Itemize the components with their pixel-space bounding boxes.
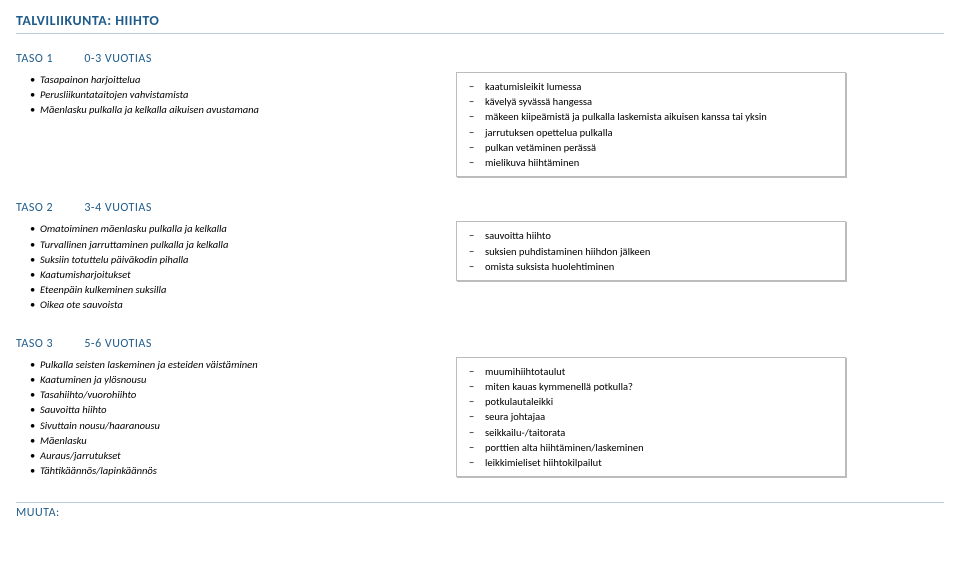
level-block-3: TASO 3 5-6 VUOTIAS Pulkalla seisten lask… — [16, 337, 944, 479]
list-item: Turvallinen jarruttaminen pulkalla ja ke… — [30, 237, 416, 252]
list-item: mäkeen kiipeämistä ja pulkalla laskemist… — [467, 109, 835, 124]
list-item: kävelyä syvässä hangessa — [467, 94, 835, 109]
right-box: muumihiihtotaulut miten kauas kymmenellä… — [456, 357, 846, 478]
right-box: sauvoitta hiihto suksien puhdistaminen h… — [456, 221, 846, 281]
list-item: Auraus/jarrutukset — [30, 448, 416, 463]
list-item: kaatumisleikit lumessa — [467, 79, 835, 94]
level-header: TASO 3 5-6 VUOTIAS — [16, 337, 944, 351]
list-item: miten kauas kymmenellä potkulla? — [467, 379, 835, 394]
list-item: jarrutuksen opettelua pulkalla — [467, 125, 835, 140]
list-item: Mäenlasku pulkalla ja kelkalla aikuisen … — [30, 102, 416, 117]
level-age: 0-3 VUOTIAS — [84, 52, 152, 66]
level-header: TASO 2 3-4 VUOTIAS — [16, 201, 944, 215]
list-item: Kaatumisharjoitukset — [30, 267, 416, 282]
level-name: TASO 2 — [16, 201, 53, 215]
left-column: Omatoiminen mäenlasku pulkalla ja kelkal… — [16, 221, 416, 312]
list-item: Perusliikuntataitojen vahvistamista — [30, 87, 416, 102]
list-item: Omatoiminen mäenlasku pulkalla ja kelkal… — [30, 221, 416, 236]
list-item: seura johtajaa — [467, 409, 835, 424]
list-item: suksien puhdistaminen hiihdon jälkeen — [467, 244, 835, 259]
list-item: Kaatuminen ja ylösnousu — [30, 372, 416, 387]
list-item: Pulkalla seisten laskeminen ja esteiden … — [30, 357, 416, 372]
list-item: Sauvoitta hiihto — [30, 402, 416, 417]
level-age: 5-6 VUOTIAS — [84, 337, 152, 351]
list-item: porttien alta hiihtäminen/laskeminen — [467, 440, 835, 455]
list-item: muumihiihtotaulut — [467, 364, 835, 379]
page-title: TALVILIIKUNTA: HIIHTO — [16, 12, 944, 34]
level-header: TASO 1 0-3 VUOTIAS — [16, 52, 944, 66]
list-item: pulkan vetäminen perässä — [467, 140, 835, 155]
left-column: Pulkalla seisten laskeminen ja esteiden … — [16, 357, 416, 479]
list-item: mielikuva hiihtäminen — [467, 155, 835, 170]
right-box: kaatumisleikit lumessa kävelyä syvässä h… — [456, 72, 846, 177]
list-item: sauvoitta hiihto — [467, 228, 835, 243]
list-item: Suksiin totuttelu päiväkodin pihalla — [30, 252, 416, 267]
footer-label: MUUTA: — [16, 502, 944, 520]
level-age: 3-4 VUOTIAS — [84, 201, 152, 215]
left-column: Tasapainon harjoittelua Perusliikuntatai… — [16, 72, 416, 118]
level-name: TASO 3 — [16, 337, 53, 351]
list-item: Tasahiihto/vuorohiihto — [30, 387, 416, 402]
list-item: Tasapainon harjoittelua — [30, 72, 416, 87]
list-item: Eteenpäin kulkeminen suksilla — [30, 282, 416, 297]
list-item: Tähtikäännös/lapinkäännös — [30, 463, 416, 478]
level-block-1: TASO 1 0-3 VUOTIAS Tasapainon harjoittel… — [16, 52, 944, 177]
list-item: Mäenlasku — [30, 433, 416, 448]
level-name: TASO 1 — [16, 52, 53, 66]
list-item: Oikea ote sauvoista — [30, 297, 416, 312]
list-item: omista suksista huolehtiminen — [467, 259, 835, 274]
list-item: leikkimieliset hiihtokilpailut — [467, 455, 835, 470]
list-item: Sivuttain nousu/haaranousu — [30, 418, 416, 433]
list-item: potkulautaleikki — [467, 394, 835, 409]
level-block-2: TASO 2 3-4 VUOTIAS Omatoiminen mäenlasku… — [16, 201, 944, 312]
list-item: seikkailu-/taitorata — [467, 425, 835, 440]
